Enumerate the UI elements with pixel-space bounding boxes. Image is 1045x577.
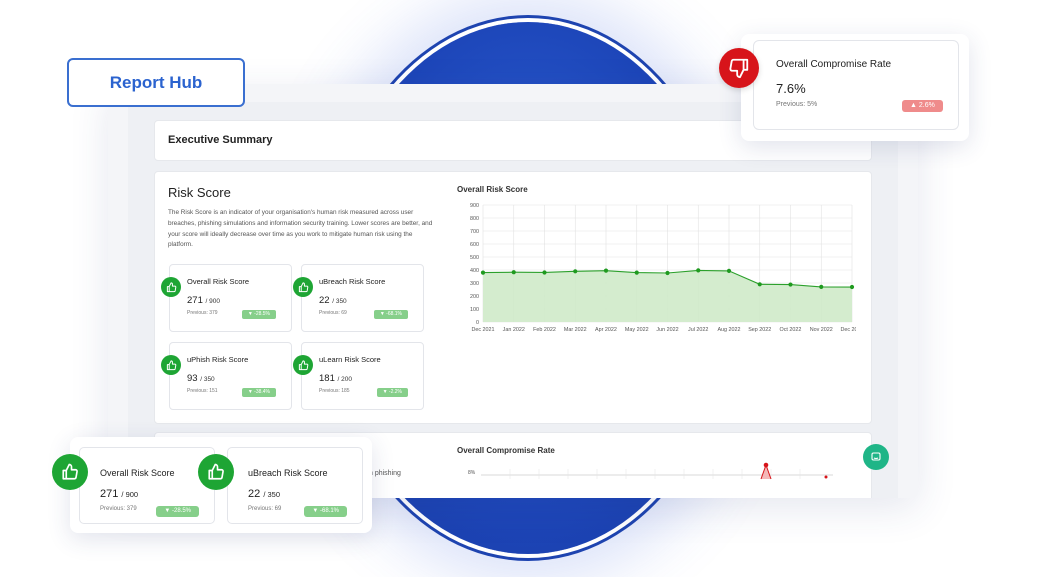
y-tick-label: 500 [470,255,479,261]
compromise-rate-float-card: Overall Compromise Rate 7.6% Previous: 5… [741,34,969,141]
overall-risk-score-card[interactable]: Overall Risk Score 271 / 900 Previous: 3… [161,264,292,332]
overall-risk-score-chart: 0 100 200 300 400 500 600 700 800 900 Dec 2021 Jan … [470,203,856,333]
change-badge: ▼ -28.5% [156,506,199,517]
y-tick-label: 800 [470,216,479,222]
thumbs-up-icon [52,454,88,490]
x-tick-label: Feb 2022 [533,327,556,333]
data-point [542,270,547,275]
x-tick-label: Apr 2022 [595,327,617,333]
executive-summary-title: Executive Summary [168,134,273,146]
x-tick-label: Aug 2022 [717,327,740,333]
card-score: 22 / 350 [248,488,280,500]
card-previous: Previous: 379 [100,506,137,512]
card-title: Overall Risk Score [100,468,175,478]
chat-icon [871,452,881,461]
x-tick-label: Sep 2022 [748,327,771,333]
y-tick-label: 100 [470,307,479,313]
y-tick-label: 400 [470,268,479,274]
data-point [726,268,732,274]
thumbs-up-icon [198,454,234,490]
data-point [603,268,609,273]
y-tick-label: 0 [476,320,479,326]
float-overall-risk-score-card[interactable]: Overall Risk Score 271 / 900 Previous: 3… [79,447,215,524]
thumbs-up-icon [161,355,181,375]
compromise-y-tick: 8% [468,470,476,476]
change-badge: ▼ -68.1% [304,506,347,517]
x-tick-label: Nov 2022 [810,327,833,333]
chart-title: Overall Risk Score [457,185,528,194]
compromise-point [763,462,769,468]
change-badge: ▼ -38.4% [241,388,276,397]
uphish-risk-score-card[interactable]: uPhish Risk Score 93 / 350 Previous: 151… [161,342,292,410]
card-score: 22 / 350 [319,295,347,306]
data-point [696,268,701,273]
x-tick-label: May 2022 [625,327,649,333]
x-tick-label: Jan 2022 [503,327,525,333]
y-tick-label: 700 [470,229,479,235]
card-score: 93 / 350 [187,373,215,384]
compromise-rate-title: Overall Compromise Rate [776,59,892,70]
compromise-rate-chart [481,462,833,480]
chat-button[interactable] [863,444,889,470]
ubreach-risk-score-card[interactable]: uBreach Risk Score 22 / 350 Previous: 69… [293,264,424,332]
data-point [665,270,670,276]
risk-area [483,270,852,322]
y-tick-label: 900 [470,203,479,209]
data-point [788,282,793,287]
data-point [573,269,578,274]
x-tick-label: Jun 2022 [656,327,678,333]
thumbs-down-icon [719,48,759,88]
phishing-text: n phishing [369,470,401,477]
compromise-rate-change-badge: ▲ 2.6% [902,100,943,112]
thumbs-up-icon [293,277,313,297]
card-title: uLearn Risk Score [319,355,381,364]
data-point [849,284,855,290]
data-point [480,270,486,275]
change-badge: ▼ -68.1% [373,310,408,319]
risk-score-description: The Risk Score is an indicator of your o… [168,209,433,249]
data-point [757,282,762,287]
risk-score-title: Risk Score [168,185,231,200]
compromise-rate-value: 7.6% [776,81,806,96]
thumbs-up-icon [161,277,181,297]
card-score: 271 / 900 [187,295,220,306]
data-point [634,270,639,275]
y-tick-label: 600 [470,242,479,248]
card-previous: Previous: 69 [319,310,347,316]
change-badge: ▼ -2.2% [376,388,408,397]
thumbs-up-icon [293,355,313,375]
card-previous: Previous: 69 [248,506,282,512]
x-tick-label: Mar 2022 [564,327,587,333]
change-badge: ▼ -28.5% [241,310,276,319]
compromise-rate-previous: Previous: 5% [776,101,818,108]
report-hub-button[interactable]: Report Hub [67,58,245,107]
float-ubreach-risk-score-card[interactable]: uBreach Risk Score 22 / 350 Previous: 69… [227,447,363,524]
card-title: uPhish Risk Score [187,355,249,364]
card-previous: Previous: 151 [187,388,218,394]
data-point [511,270,516,275]
x-tick-label: Jul 2022 [688,327,708,333]
compromise-chart-title: Overall Compromise Rate [457,446,555,455]
compromise-rate-inner: Overall Compromise Rate 7.6% Previous: 5… [753,40,959,130]
risk-score-card: Risk Score The Risk Score is an indicato… [154,171,872,424]
x-tick-label: Dec 2021 [471,327,494,333]
x-tick-label: Dec 2022 [840,327,856,333]
card-title: Overall Risk Score [187,277,250,286]
ulearn-risk-score-card[interactable]: uLearn Risk Score 181 / 200 Previous: 18… [293,342,424,410]
card-score: 271 / 900 [100,488,139,500]
card-title: uBreach Risk Score [248,468,328,478]
data-point [819,284,824,289]
card-previous: Previous: 379 [187,310,218,316]
card-title: uBreach Risk Score [319,277,386,286]
x-tick-label: Oct 2022 [780,327,802,333]
compromise-point [824,475,828,479]
y-tick-label: 200 [470,294,479,300]
card-score: 181 / 200 [319,373,352,384]
card-previous: Previous: 185 [319,388,350,394]
y-tick-label: 300 [470,281,479,287]
